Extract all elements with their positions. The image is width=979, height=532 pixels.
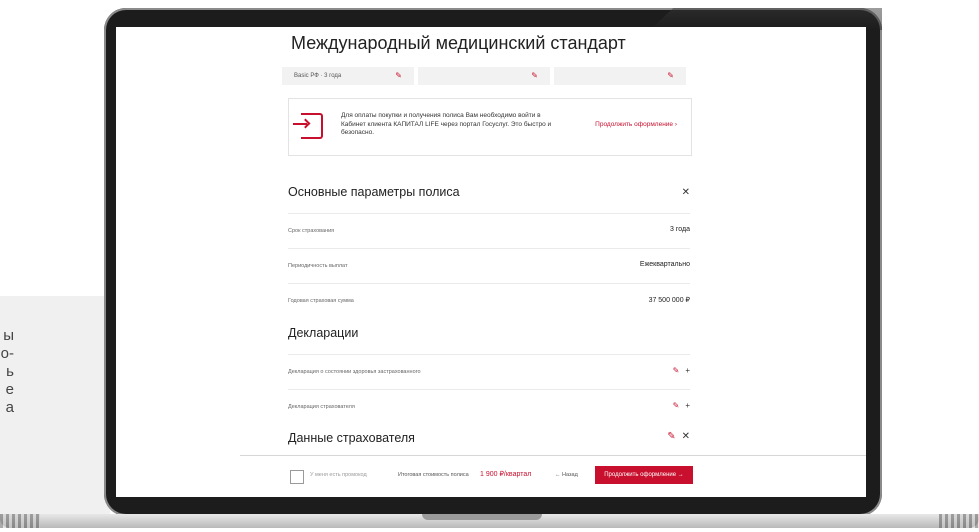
side-text: ы о- ь е а	[0, 327, 20, 497]
edit-icon[interactable]: ✎	[667, 431, 675, 442]
policy-row: Срок страхования 3 года	[288, 213, 690, 244]
step-label: Basic РФ · 3 года	[294, 73, 342, 79]
step-item[interactable]: Basic РФ · 3 года ✎	[282, 67, 414, 85]
continue-link[interactable]: Продолжить оформление ›	[595, 121, 677, 128]
row-label: Декларация страхователя	[288, 404, 355, 410]
notice-message: Для оплаты покупки и получения полиса Ва…	[341, 112, 552, 136]
insurance-app: Международный медицинский стандарт Basic…	[116, 27, 866, 497]
edit-icon[interactable]: ✎	[673, 366, 680, 375]
row-value: 37 500 000 ₽	[648, 297, 690, 304]
plus-icon[interactable]: +	[685, 401, 690, 410]
base-decoration	[0, 514, 40, 528]
row-value: 3 года	[670, 226, 690, 233]
row-label: Срок страхования	[288, 228, 335, 234]
laptop-screen: Международный медицинский стандарт Basic…	[116, 27, 866, 497]
step-item[interactable]: ✎	[418, 67, 550, 85]
step-item[interactable]: ✎	[554, 67, 686, 85]
login-icon	[293, 113, 323, 139]
declaration-row: Декларация о состоянии здоровья застрахо…	[288, 354, 690, 385]
row-label: Периодичность выплат	[288, 263, 348, 269]
side-text-line: ь	[6, 363, 14, 380]
total-value: 1 900 ₽/квартал	[480, 471, 532, 478]
insurer-actions: ✎ ✕	[667, 431, 690, 442]
declaration-row: Декларация страхователя ✎ +	[288, 389, 690, 420]
promo-checkbox[interactable]	[290, 470, 304, 484]
base-decoration	[939, 514, 979, 528]
promo-label[interactable]: У меня есть промокод	[310, 472, 367, 478]
continue-button[interactable]: Продолжить оформление →	[595, 466, 693, 484]
side-text-line: ы	[3, 327, 14, 344]
edit-icon[interactable]: ✎	[673, 401, 680, 410]
close-icon[interactable]: ✕	[682, 431, 690, 442]
policy-row: Периодичность выплат Ежеквартально	[288, 248, 690, 279]
progress-steps: Basic РФ · 3 года ✎ ✎ ✎	[282, 67, 690, 85]
side-text-line: о-	[0, 345, 14, 362]
declarations-section-title: Декларации	[288, 326, 359, 340]
login-notice: Для оплаты покупки и получения полиса Ва…	[288, 98, 692, 156]
laptop-notch	[422, 514, 542, 520]
bottom-bar: У меня есть промокод Итоговая стоимость …	[240, 455, 866, 497]
side-text-line: а	[5, 399, 14, 416]
edit-icon[interactable]: ✎	[667, 67, 674, 85]
edit-icon[interactable]: ✎	[395, 67, 402, 85]
edit-icon[interactable]: ✎	[531, 67, 538, 85]
row-value: Ежеквартально	[639, 261, 690, 268]
row-label: Декларация о состоянии здоровья застрахо…	[288, 369, 421, 375]
close-icon[interactable]: ✕	[682, 187, 690, 198]
total-label: Итоговая стоимость полиса	[398, 472, 469, 478]
row-label: Годовая страховая сумма	[288, 298, 354, 304]
plus-icon[interactable]: +	[685, 366, 690, 375]
page-title: Международный медицинский стандарт	[291, 33, 626, 53]
policy-section-title: Основные параметры полиса	[288, 185, 460, 199]
row-actions: ✎ +	[673, 401, 690, 410]
policy-row: Годовая страховая сумма 37 500 000 ₽	[288, 283, 690, 314]
insurer-section-title: Данные страхователя	[288, 431, 415, 445]
row-actions: ✎ +	[673, 366, 690, 375]
side-text-line: е	[5, 381, 14, 398]
back-button[interactable]: ← Назад	[555, 472, 578, 478]
